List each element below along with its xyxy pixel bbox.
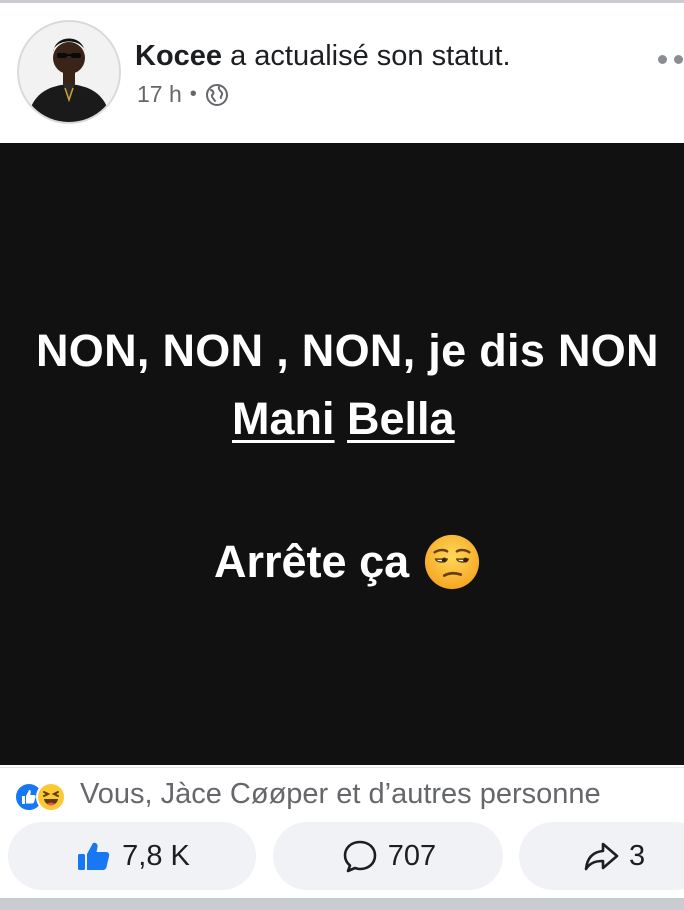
share-arrow-icon xyxy=(584,842,619,871)
status-action-text: a actualisé son statut. xyxy=(222,40,511,72)
bottom-divider xyxy=(0,898,684,910)
share-button[interactable]: 3 xyxy=(519,822,684,890)
post-image[interactable]: NON, NON , NON, je dis NON Mani Bella Ar… xyxy=(0,143,684,765)
post-meta: 17 h • xyxy=(137,81,229,108)
tagged-name-first: Mani xyxy=(232,393,335,444)
thumbs-up-icon xyxy=(78,842,110,870)
tagged-name-last: Bella xyxy=(347,393,455,444)
comment-button[interactable]: 707 xyxy=(273,822,503,890)
more-options-icon[interactable] xyxy=(658,55,683,64)
image-text-line-2: Mani Bella xyxy=(232,393,455,445)
image-text-line-1: NON, NON , NON, je dis NON xyxy=(36,325,659,376)
reactions-bar[interactable]: Vous, Jàce Cøøper et d’autres personne xyxy=(0,767,684,820)
post-header: Kocee a actualisé son statut. 17 h • xyxy=(0,3,684,143)
more-dot xyxy=(674,55,683,64)
like-count: 7,8 K xyxy=(122,839,190,872)
comment-count: 707 xyxy=(387,839,437,872)
author-name[interactable]: Kocee xyxy=(135,40,222,72)
image-text-line-3: Arrête ça xyxy=(214,533,481,591)
globe-icon xyxy=(205,83,228,106)
more-dot xyxy=(658,55,667,64)
post-author-line: Kocee a actualisé son statut. xyxy=(135,39,511,73)
meta-separator: • xyxy=(189,83,197,105)
author-avatar[interactable] xyxy=(17,20,121,124)
reactions-summary[interactable]: Vous, Jàce Cøøper et d’autres personne xyxy=(80,778,601,811)
share-count: 3 xyxy=(629,839,646,872)
author-photo xyxy=(19,22,119,122)
reaction-icons xyxy=(14,777,78,812)
post-time[interactable]: 17 h xyxy=(137,81,182,108)
unamused-face-emoji xyxy=(425,534,480,590)
haha-reaction-icon xyxy=(36,782,66,812)
post-actions: 7,8 K 707 3 xyxy=(0,822,684,892)
image-text-arrete: Arrête ça xyxy=(214,536,410,587)
like-button[interactable]: 7,8 K xyxy=(8,822,256,890)
comment-icon xyxy=(343,840,377,873)
